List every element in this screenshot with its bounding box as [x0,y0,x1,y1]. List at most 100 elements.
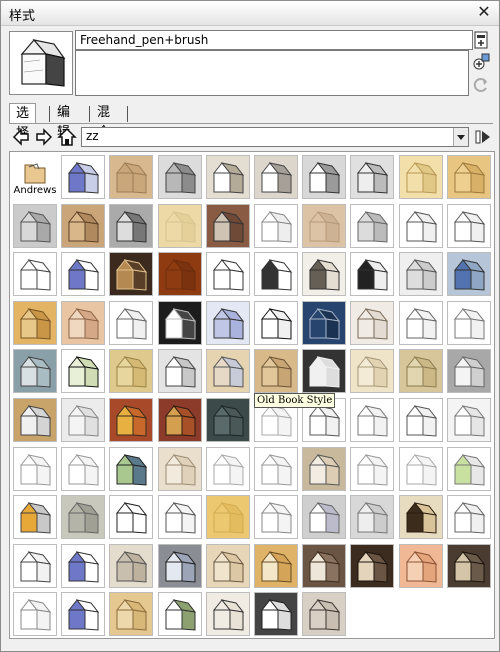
style-thumbnail[interactable] [61,495,106,540]
style-thumbnail[interactable] [109,543,154,588]
style-thumbnail[interactable] [302,446,347,491]
tab-select[interactable]: 选择 [9,103,37,141]
style-thumbnail[interactable] [350,300,395,345]
style-thumbnail[interactable] [109,592,154,637]
style-thumbnail[interactable] [446,349,491,394]
create-style-icon[interactable] [471,30,491,50]
style-thumbnail[interactable] [109,446,154,491]
refresh-icon[interactable] [471,75,491,95]
style-thumbnail[interactable] [446,543,491,588]
style-thumbnail[interactable] [13,592,57,637]
details-arrow-icon[interactable] [473,127,493,147]
style-thumbnail[interactable] [254,495,298,540]
style-thumbnail[interactable] [446,446,491,491]
style-thumbnail[interactable] [254,203,298,248]
style-thumbnail[interactable] [109,203,154,248]
style-thumbnail[interactable] [157,592,202,637]
style-thumbnail[interactable] [61,543,106,588]
style-thumbnail[interactable] [13,398,57,442]
style-thumbnail[interactable] [61,203,106,248]
style-thumbnail[interactable] [446,495,491,540]
style-thumbnail[interactable] [398,446,443,491]
style-thumbnail[interactable] [302,349,347,394]
chevron-down-icon[interactable] [453,128,468,146]
style-thumbnail[interactable] [157,155,202,199]
style-thumbnail[interactable] [446,252,491,297]
style-thumbnail[interactable] [398,349,443,394]
style-thumbnail[interactable] [61,592,106,637]
style-thumbnail[interactable] [157,543,202,588]
style-thumbnail[interactable] [350,349,395,394]
style-thumbnail[interactable] [398,155,443,199]
style-thumbnail[interactable] [61,300,106,345]
style-thumbnail[interactable] [302,300,347,345]
style-thumbnail[interactable] [109,495,154,540]
style-thumbnail[interactable] [350,495,395,540]
style-thumbnail[interactable] [350,155,395,199]
style-thumbnail[interactable] [302,155,347,199]
style-thumbnail[interactable] [302,203,347,248]
library-dropdown[interactable]: zz [81,127,469,147]
style-thumbnail[interactable] [398,495,443,540]
style-thumbnail[interactable] [254,252,298,297]
style-thumbnail[interactable] [398,300,443,345]
style-thumbnail[interactable] [13,495,57,540]
style-thumbnail[interactable] [157,446,202,491]
style-thumbnail[interactable] [398,252,443,297]
style-thumbnail[interactable] [205,349,250,394]
style-thumbnail[interactable] [350,252,395,297]
style-folder[interactable]: Andrews [13,155,57,199]
tab-mix[interactable]: 混合 [91,103,116,140]
style-thumbnail[interactable] [205,252,250,297]
style-thumbnail[interactable] [61,155,106,199]
style-thumbnail[interactable] [157,495,202,540]
style-thumbnail[interactable] [13,446,57,491]
update-style-icon[interactable] [471,52,491,72]
style-thumbnail[interactable] [205,300,250,345]
style-thumbnail[interactable] [109,300,154,345]
home-icon[interactable] [57,127,77,147]
style-thumbnail[interactable] [350,446,395,491]
style-thumbnail[interactable] [157,252,202,297]
style-thumbnail[interactable] [109,155,154,199]
style-thumbnail[interactable] [13,349,57,394]
style-thumbnail[interactable] [254,349,298,394]
style-thumbnail[interactable] [205,155,250,199]
style-thumbnail[interactable] [13,203,57,248]
style-thumbnail[interactable] [254,446,298,491]
style-thumbnail[interactable] [109,398,154,442]
style-thumbnail[interactable] [61,349,106,394]
style-thumbnail[interactable] [205,592,250,637]
style-thumbnail[interactable] [157,349,202,394]
style-thumbnail[interactable] [398,203,443,248]
style-thumbnail[interactable] [205,398,250,442]
style-thumbnail[interactable] [13,543,57,588]
style-thumbnail[interactable] [157,203,202,248]
style-thumbnail[interactable] [254,300,298,345]
style-thumbnail[interactable] [205,495,250,540]
style-thumbnail[interactable] [61,446,106,491]
style-thumbnail[interactable] [254,155,298,199]
style-thumbnail[interactable] [302,495,347,540]
style-thumbnail[interactable] [302,543,347,588]
style-thumbnail[interactable] [205,203,250,248]
style-name-input[interactable]: Freehand_pen+brush [75,30,473,50]
style-thumbnail[interactable] [205,446,250,491]
style-thumbnail[interactable] [61,398,106,442]
style-thumbnail[interactable] [446,203,491,248]
style-thumbnail[interactable] [302,592,347,637]
style-thumbnail[interactable] [254,543,298,588]
style-thumbnail[interactable] [446,398,491,442]
style-thumbnail[interactable] [254,592,298,637]
style-thumbnail[interactable] [398,543,443,588]
style-thumbnail[interactable] [61,252,106,297]
style-thumbnail[interactable] [205,543,250,588]
style-thumbnail[interactable] [446,300,491,345]
tab-edit[interactable]: 编辑 [51,103,76,140]
title-bar[interactable]: 样式 ✕ [1,1,499,26]
style-thumbnail[interactable] [398,398,443,442]
style-thumbnail[interactable] [109,349,154,394]
style-thumbnail[interactable] [157,300,202,345]
style-thumbnail[interactable] [350,398,395,442]
close-icon[interactable]: ✕ [475,3,493,21]
